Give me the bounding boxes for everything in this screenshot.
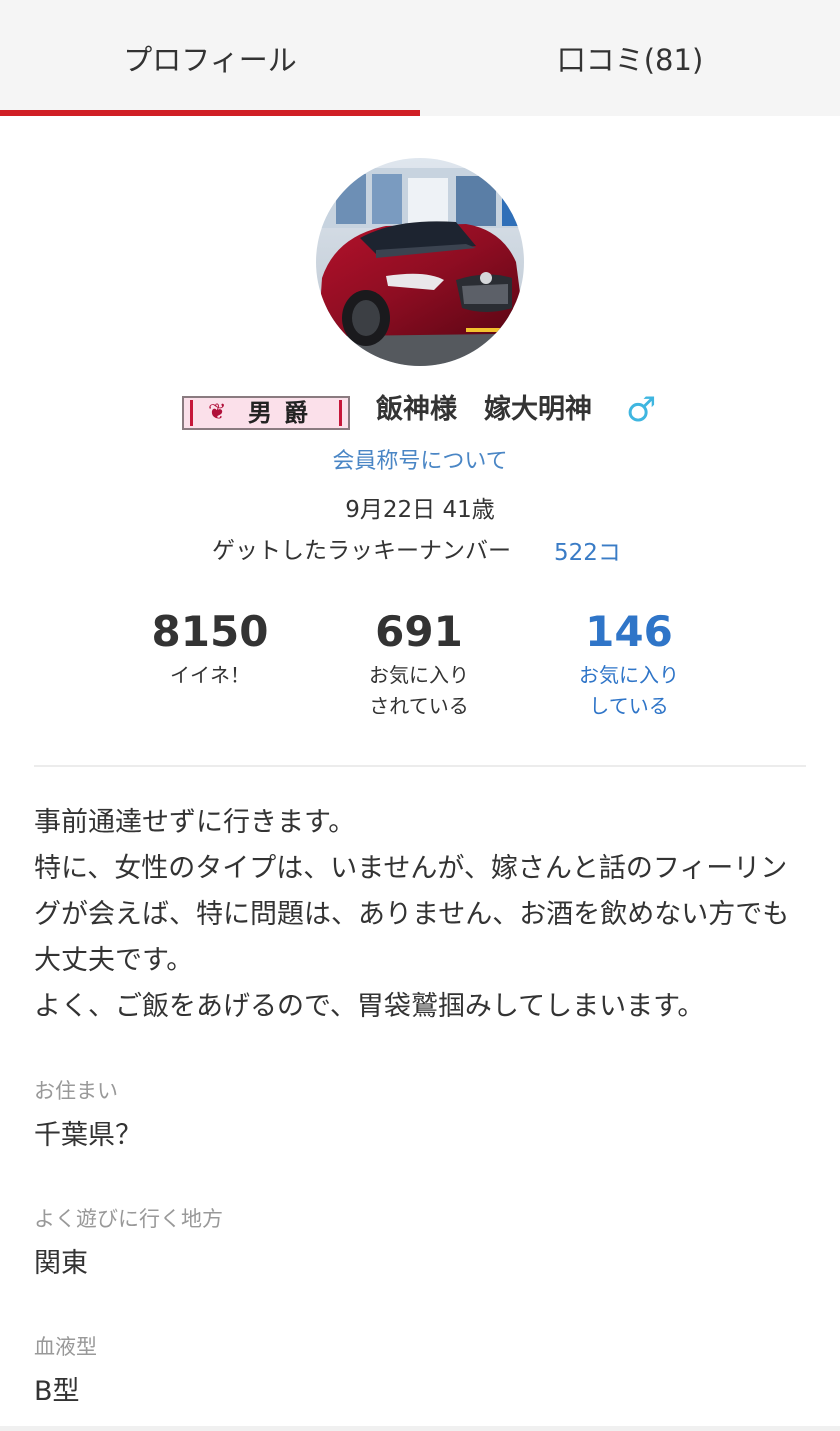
lucky-number-label: ゲットしたラッキーナンバー [212,538,511,564]
field-residence: お住まい 千葉県？ [34,1076,794,1156]
rank-badge[interactable]: ❦ 男爵 [182,396,350,430]
stat-favorited-label: お気に入り されている [369,663,469,718]
birthday-age: 9月22日 41歳 [345,497,495,523]
field-residence-value: 千葉県？ [34,1120,142,1151]
field-blood-type-label: 血液型 [34,1335,97,1359]
stat-likes-label: イイネ！ [170,663,250,687]
bottom-divider [0,1426,840,1431]
field-residence-label: お住まい [34,1079,118,1103]
intro-text: 事前通達せずに行きます。 特に、女性のタイプは、いませんが、嫁さんと話のフィーリ… [34,800,814,1030]
lucky-number-row: ゲットしたラッキーナンバー 522コ [212,534,652,570]
field-region-value: 関東 [34,1248,88,1279]
avatar-car-photo [316,158,524,366]
male-icon: ♂ [626,390,657,430]
member-title-link[interactable]: 会員称号について [0,446,840,478]
stat-likes: 8150 イイネ！ [110,604,310,691]
avatar[interactable] [316,158,524,366]
field-region-label: よく遊びに行く地方 [34,1207,223,1231]
divider [34,765,806,767]
intro-paragraph: 事前通達せずに行きます。 [34,807,356,838]
crest-icon: ❦ [208,400,227,425]
stat-favorited-value: 691 [375,607,463,656]
lucky-number-count[interactable]: 522コ [554,536,621,570]
field-blood-type-value: B型 [34,1376,80,1407]
field-region: よく遊びに行く地方 関東 [34,1204,794,1284]
tab-bar: プロフィール 口コミ(81) [0,0,840,116]
tab-profile[interactable]: プロフィール [0,0,420,116]
tab-reviews[interactable]: 口コミ(81) [420,0,840,116]
stat-favorited: 691 お気に入り されている [319,604,519,722]
stat-favoriting-label: お気に入り している [579,663,679,718]
intro-paragraph: よく、ご飯をあげるので、胃袋鷲掴みしてしまいます。 [34,991,705,1022]
stat-favoriting-value: 146 [585,607,673,656]
intro-paragraph: 特に、女性のタイプは、いませんが、嫁さんと話のフィーリングが会えば、特に問題は、… [34,853,790,976]
field-blood-type: 血液型 B型 [34,1332,794,1412]
stat-likes-value: 8150 [151,607,269,656]
rank-badge-bar [190,400,193,426]
nickname: 飯神様 嫁大明神 [376,394,592,425]
stat-favoriting[interactable]: 146 お気に入り している [529,604,729,722]
rank-badge-bar [339,400,342,426]
name-row: ❦ 男爵 飯神様 嫁大明神 ♂ [0,384,840,440]
rank-title: 男爵 [248,398,320,427]
